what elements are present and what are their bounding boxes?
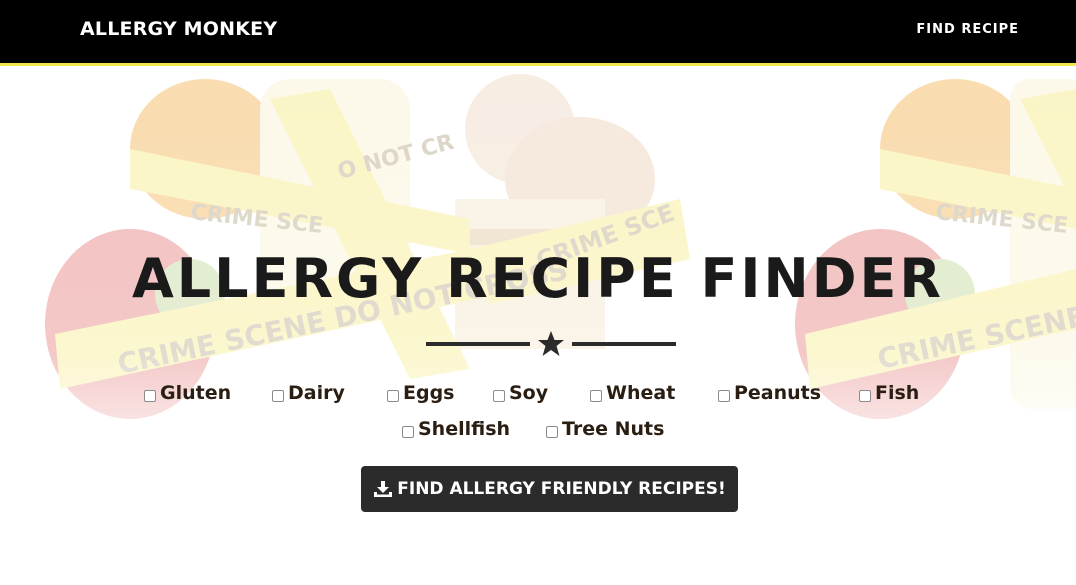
allergen-label: Tree Nuts (562, 418, 665, 440)
allergen-checkbox-shellfish[interactable]: Shellfish (402, 416, 510, 442)
allergen-label: Dairy (288, 382, 345, 404)
checkbox-box[interactable] (402, 425, 414, 438)
allergen-checkbox-eggs[interactable]: Eggs (387, 380, 455, 406)
star-icon (538, 331, 564, 356)
allergen-label: Fish (875, 382, 920, 404)
checkbox-box[interactable] (493, 389, 505, 402)
download-icon (374, 481, 393, 497)
top-navbar: ALLERGY MONKEY FIND RECIPE (0, 0, 1076, 66)
checkbox-box[interactable] (590, 389, 602, 402)
find-recipes-button-label: FIND ALLERGY FRIENDLY RECIPES! (397, 479, 726, 499)
find-recipes-button[interactable]: FIND ALLERGY FRIENDLY RECIPES! (361, 466, 738, 512)
divider-line-right (572, 342, 676, 346)
allergen-checkbox-dairy[interactable]: Dairy (272, 380, 345, 406)
allergen-label: Wheat (606, 382, 676, 404)
allergen-label: Shellfish (418, 418, 511, 440)
checkbox-box[interactable] (272, 389, 284, 402)
hero-section: CRIME SCE CRIME SCENE DO NOT CROSS CRIME… (0, 69, 1076, 585)
allergen-checkbox-wheat[interactable]: Wheat (590, 380, 675, 406)
nav-link-find-recipe[interactable]: FIND RECIPE (916, 22, 1019, 37)
allergen-checkbox-fish[interactable]: Fish (859, 380, 919, 406)
checkbox-box[interactable] (718, 389, 730, 402)
allergen-checkbox-gluten[interactable]: Gluten (144, 380, 231, 406)
checkbox-box[interactable] (859, 389, 871, 402)
allergen-label: Peanuts (734, 382, 822, 404)
star-divider (426, 329, 676, 359)
allergen-label: Gluten (160, 382, 232, 404)
allergen-checkbox-peanuts[interactable]: Peanuts (718, 380, 821, 406)
divider-line-left (426, 342, 530, 346)
allergen-checkbox-tree-nuts[interactable]: Tree Nuts (546, 416, 664, 442)
brand-logo[interactable]: ALLERGY MONKEY (80, 18, 277, 40)
allergen-checkbox-soy[interactable]: Soy (493, 380, 548, 406)
allergen-label: Eggs (403, 382, 455, 404)
allergen-label: Soy (509, 382, 549, 404)
checkbox-box[interactable] (387, 389, 399, 402)
checkbox-box[interactable] (546, 425, 558, 438)
page-title: ALLERGY RECIPE FINDER (131, 247, 945, 310)
checkbox-box[interactable] (144, 389, 156, 402)
